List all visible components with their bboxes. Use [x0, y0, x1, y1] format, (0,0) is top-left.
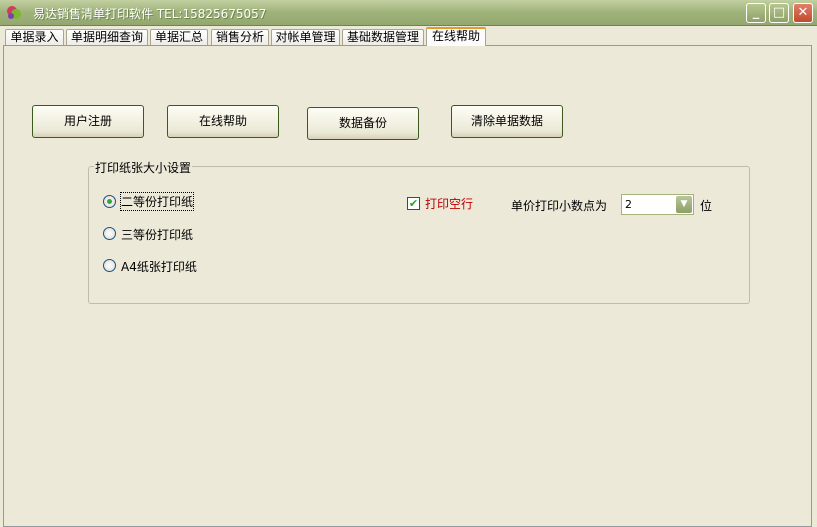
user-register-button[interactable]: 用户注册 — [32, 105, 144, 138]
decimal-places-suffix: 位 — [700, 199, 713, 213]
data-backup-button[interactable]: 数据备份 — [307, 107, 419, 140]
decimal-places-select[interactable]: 2 ▼ — [621, 194, 694, 215]
chevron-down-icon[interactable]: ▼ — [676, 196, 692, 213]
radio-third-paper[interactable] — [103, 227, 116, 240]
print-blank-rows-label[interactable]: 打印空行 — [425, 195, 473, 212]
decimal-places-value: 2 — [625, 198, 632, 211]
app-icon — [7, 6, 21, 19]
maximize-button[interactable]: □ — [769, 3, 789, 23]
radio-a4-paper-label[interactable]: A4纸张打印纸 — [121, 258, 197, 275]
close-button[interactable]: ✕ — [793, 3, 813, 23]
tab-online-help[interactable]: 在线帮助 — [426, 27, 486, 46]
online-help-button[interactable]: 在线帮助 — [167, 105, 279, 138]
title-bar: 易达销售清单打印软件 TEL:15825675057 _ □ ✕ — [0, 0, 817, 26]
tab-order-summary[interactable]: 单据汇总 — [150, 29, 208, 46]
tab-order-detail-query[interactable]: 单据明细查询 — [66, 29, 148, 46]
minimize-button[interactable]: _ — [746, 3, 766, 23]
tab-statement-management[interactable]: 对帐单管理 — [271, 29, 340, 46]
tab-base-data-management[interactable]: 基础数据管理 — [342, 29, 424, 46]
radio-half-paper-label[interactable]: 二等份打印纸 — [119, 192, 195, 211]
radio-a4-paper[interactable] — [103, 259, 116, 272]
radio-third-paper-label[interactable]: 三等份打印纸 — [121, 226, 193, 243]
print-settings-legend: 打印纸张大小设置 — [94, 159, 193, 176]
decimal-places-label: 单价打印小数点为 — [511, 199, 608, 213]
print-blank-rows-checkbox[interactable]: ✔ — [407, 197, 420, 210]
clear-orders-button[interactable]: 清除单据数据 — [451, 105, 563, 138]
window-title: 易达销售清单打印软件 TEL:15825675057 — [33, 7, 267, 21]
radio-half-paper[interactable] — [103, 195, 116, 208]
tab-sales-analysis[interactable]: 销售分析 — [211, 29, 269, 46]
tab-order-entry[interactable]: 单据录入 — [5, 29, 64, 46]
